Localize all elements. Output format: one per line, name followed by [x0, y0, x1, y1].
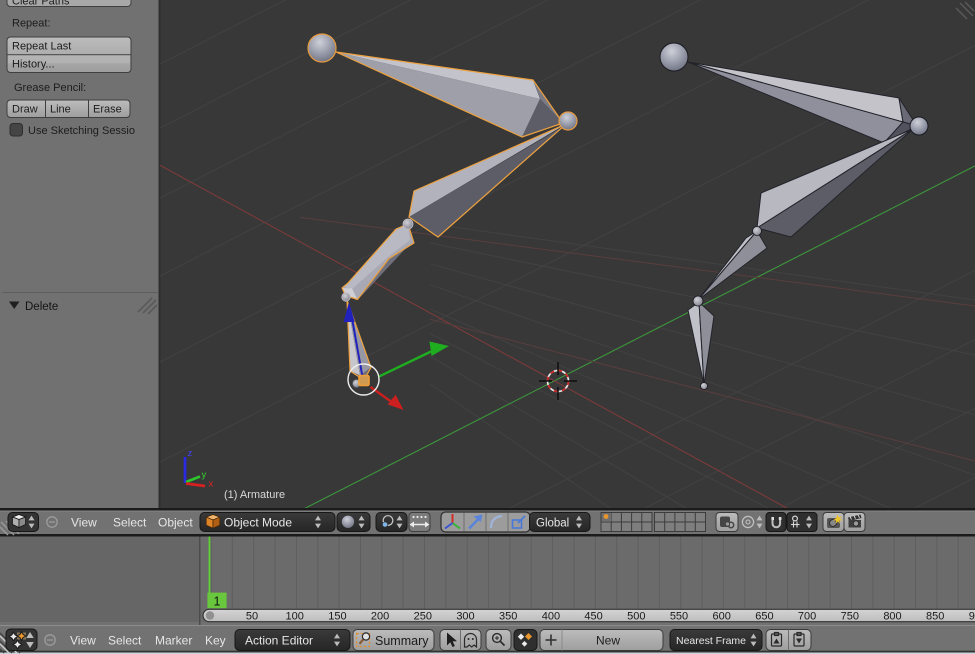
svg-text:History...: History... [12, 59, 55, 71]
svg-text:Select: Select [108, 634, 142, 648]
svg-text:Key: Key [205, 634, 226, 648]
svg-text:Delete: Delete [25, 301, 58, 313]
svg-text:z: z [188, 448, 193, 459]
svg-text:Global: Global [536, 518, 569, 530]
svg-text:x: x [209, 479, 214, 490]
svg-text:100: 100 [286, 611, 304, 623]
svg-text:850: 850 [926, 611, 944, 623]
svg-text:400: 400 [542, 611, 560, 623]
svg-text:Summary: Summary [375, 634, 429, 648]
svg-text:y: y [202, 470, 207, 481]
svg-text:Repeat Last: Repeat Last [12, 41, 71, 53]
svg-text:Object Mode: Object Mode [224, 516, 292, 530]
svg-text:Action Editor: Action Editor [245, 634, 313, 648]
svg-text:Repeat:: Repeat: [12, 18, 51, 30]
svg-text:650: 650 [755, 611, 773, 623]
svg-text:Nearest Frame: Nearest Frame [676, 635, 746, 647]
svg-text:Draw: Draw [12, 104, 38, 116]
svg-text:600: 600 [713, 611, 731, 623]
svg-text:250: 250 [414, 611, 432, 623]
svg-text:Select: Select [113, 516, 147, 530]
svg-text:Erase: Erase [93, 104, 122, 116]
svg-text:(1) Armature: (1) Armature [224, 489, 285, 501]
svg-text:500: 500 [627, 611, 645, 623]
svg-text:View: View [71, 516, 97, 530]
svg-text:New: New [596, 634, 620, 648]
svg-text:Use Sketching Sessio: Use Sketching Sessio [28, 125, 135, 137]
svg-text:1: 1 [214, 594, 221, 608]
svg-text:Grease Pencil:: Grease Pencil: [14, 82, 86, 94]
svg-text:Clear Paths: Clear Paths [12, 0, 70, 8]
svg-text:150: 150 [328, 611, 346, 623]
svg-text:550: 550 [670, 611, 688, 623]
svg-text:750: 750 [841, 611, 859, 623]
svg-text:Object: Object [158, 516, 193, 530]
svg-text:350: 350 [499, 611, 517, 623]
svg-text:Line: Line [50, 104, 71, 116]
svg-text:View: View [70, 634, 96, 648]
svg-text:900: 900 [969, 611, 975, 623]
svg-text:800: 800 [883, 611, 901, 623]
svg-text:700: 700 [798, 611, 816, 623]
svg-text:450: 450 [584, 611, 602, 623]
svg-text:Marker: Marker [155, 634, 192, 648]
svg-text:50: 50 [246, 611, 258, 623]
svg-text:300: 300 [456, 611, 474, 623]
svg-text:200: 200 [371, 611, 389, 623]
